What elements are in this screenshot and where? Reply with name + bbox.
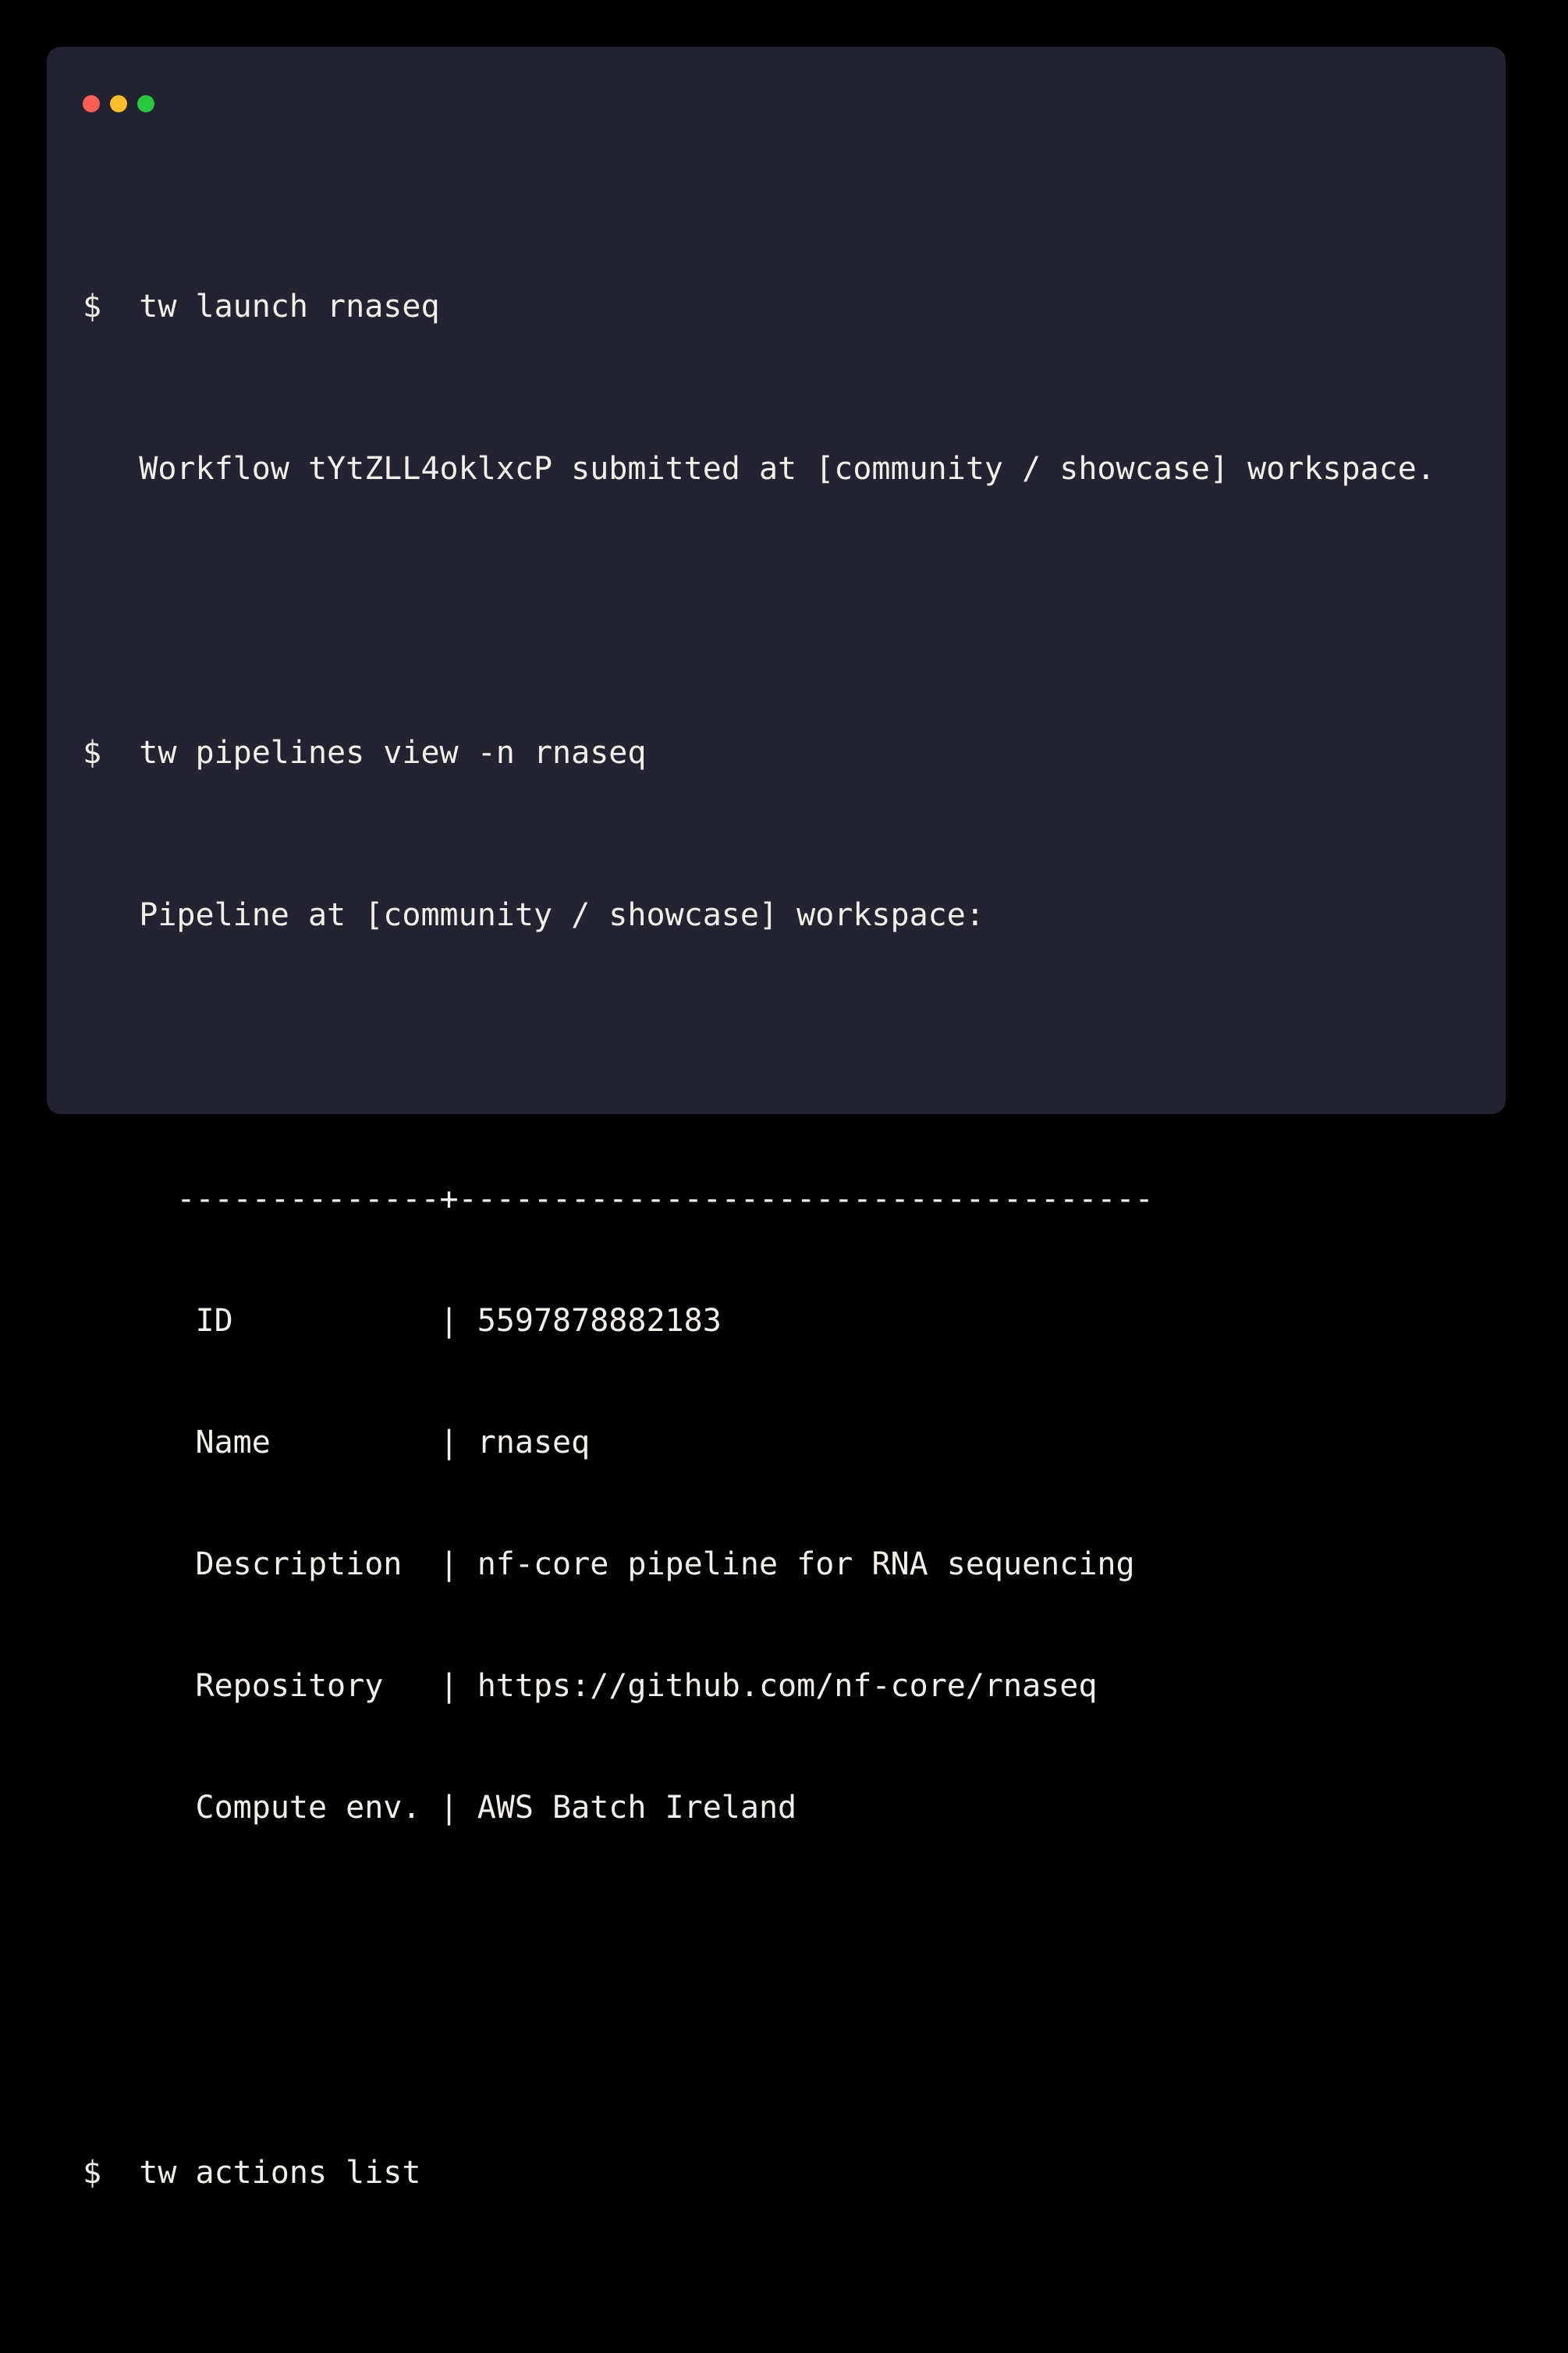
detail-key: Compute env. bbox=[195, 1787, 439, 1828]
terminal-window: $tw launch rnaseq Workflow tYtZLL4oklxcP… bbox=[47, 47, 1506, 1114]
detail-key: ID bbox=[195, 1301, 439, 1341]
detail-value: AWS Batch Ireland bbox=[477, 1790, 796, 1826]
column-divider: | bbox=[440, 1425, 459, 1460]
detail-row-repository: Repository| https://github.com/nf-core/rn… bbox=[176, 1666, 1435, 1706]
detail-key: Description bbox=[195, 1544, 439, 1585]
column-divider: | bbox=[440, 1790, 459, 1826]
zoom-button[interactable] bbox=[137, 95, 154, 112]
command-text: tw launch rnaseq bbox=[139, 289, 439, 325]
detail-row-id: ID| 5597878882183 bbox=[176, 1301, 1435, 1341]
column-divider: | bbox=[440, 1546, 459, 1582]
detail-value: https://github.com/nf-core/rnaseq bbox=[477, 1668, 1098, 1704]
command-text: tw pipelines view -n rnaseq bbox=[139, 735, 646, 771]
column-divider: | bbox=[440, 1303, 459, 1339]
detail-value: rnaseq bbox=[477, 1425, 591, 1460]
pipeline-details-table: --------------+-------------------------… bbox=[83, 1098, 1435, 1909]
command-text: tw actions list bbox=[139, 2155, 420, 2191]
shell-prompt: $ bbox=[83, 733, 139, 773]
command-line-actions-list: $tw actions list bbox=[83, 2152, 1435, 2193]
shell-prompt: $ bbox=[83, 286, 139, 327]
detail-key: Repository bbox=[195, 1666, 439, 1706]
shell-prompt: $ bbox=[83, 2152, 139, 2193]
workflow-submitted-output: Workflow tYtZLL4oklxcP submitted at [com… bbox=[83, 449, 1435, 489]
pipeline-workspace-output: Pipeline at [community / showcase] works… bbox=[83, 895, 1435, 935]
titlebar[interactable] bbox=[83, 95, 154, 112]
detail-value: nf-core pipeline for RNA sequencing bbox=[477, 1546, 1135, 1582]
column-divider: | bbox=[440, 1668, 459, 1704]
terminal-content: $tw launch rnaseq Workflow tYtZLL4oklxcP… bbox=[83, 124, 1435, 2353]
detail-value: 5597878882183 bbox=[477, 1303, 722, 1339]
close-button[interactable] bbox=[83, 95, 100, 112]
command-line-pipelines-view: $tw pipelines view -n rnaseq bbox=[83, 733, 1435, 773]
table-separator: --------------+-------------------------… bbox=[176, 1179, 1435, 1219]
detail-key: Name bbox=[195, 1422, 439, 1463]
minimize-button[interactable] bbox=[110, 95, 127, 112]
command-line-launch: $tw launch rnaseq bbox=[83, 286, 1435, 327]
detail-row-compute-env: Compute env.| AWS Batch Ireland bbox=[176, 1787, 1435, 1828]
detail-row-description: Description| nf-core pipeline for RNA seq… bbox=[176, 1544, 1435, 1585]
detail-row-name: Name| rnaseq bbox=[176, 1422, 1435, 1463]
